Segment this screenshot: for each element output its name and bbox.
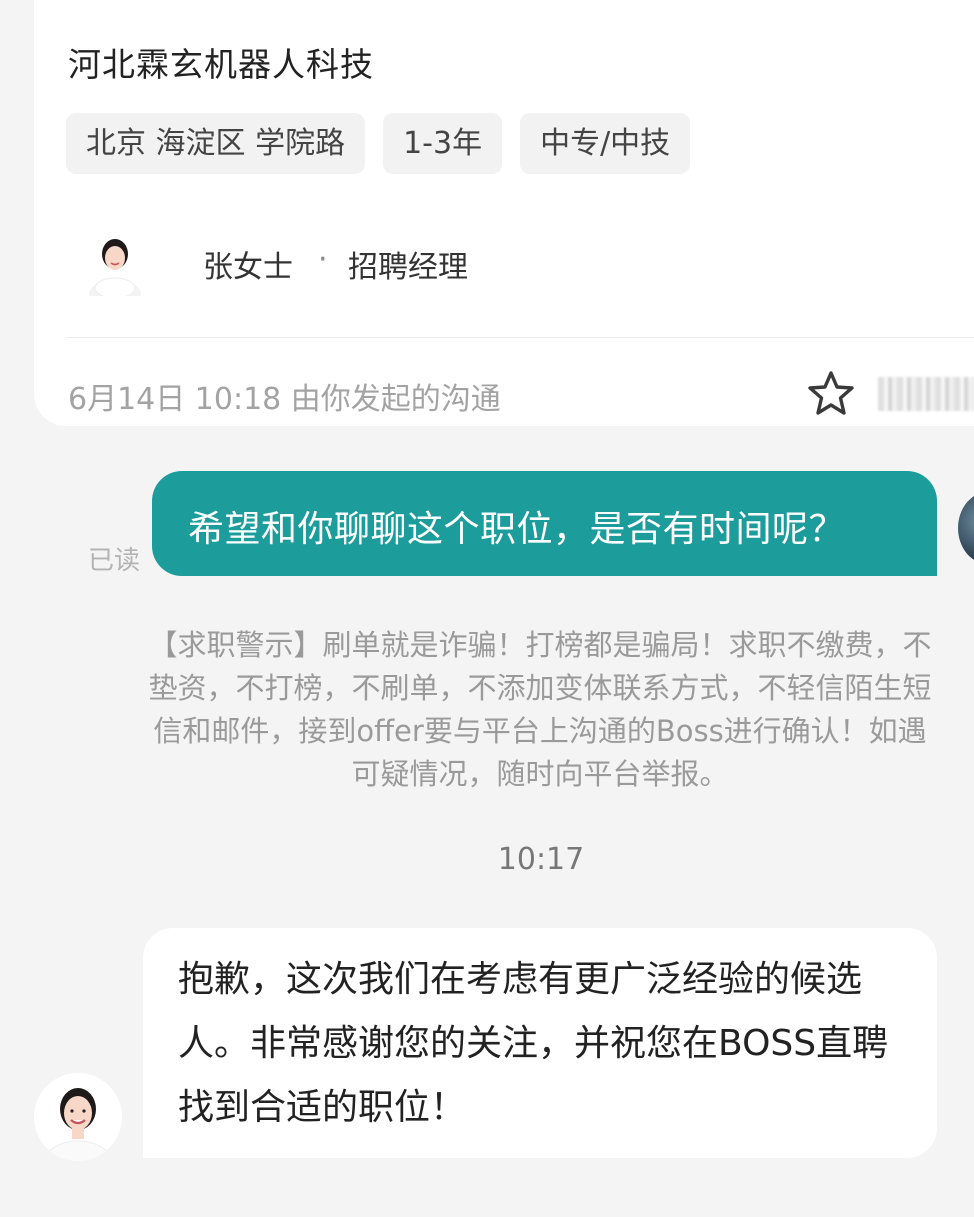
job-tags: 北京 海淀区 学院路 1-3年 中专/中技 <box>66 113 691 174</box>
safety-warning: 【求职警示】刷单就是诈骗！打榜都是骗局！求职不缴费，不垫资，不打榜，不刷单，不添… <box>148 628 932 791</box>
divider <box>66 337 974 338</box>
read-status: 已读 <box>88 546 141 576</box>
recruiter-title: 招聘经理 <box>348 250 468 285</box>
outgoing-message-text: 希望和你聊聊这个职位，是否有时间呢？ <box>188 509 846 550</box>
recruiter-name: 张女士 <box>203 250 293 285</box>
recruiter-chat-avatar[interactable] <box>34 1073 122 1161</box>
self-avatar[interactable] <box>958 492 974 564</box>
blurred-label <box>878 377 974 411</box>
chat-page: 河北霖玄机器人科技 北京 海淀区 学院路 1-3年 中专/中技 张女士 · 招聘… <box>0 0 974 1217</box>
recruiter-portrait-icon <box>34 1073 122 1161</box>
tag-education: 中专/中技 <box>520 113 691 174</box>
company-name[interactable]: 河北霖玄机器人科技 <box>68 38 374 86</box>
recruiter-separator: · <box>318 242 328 277</box>
chat-start-info: 6月14日 10:18 由你发起的沟通 <box>68 382 501 417</box>
star-outline-icon[interactable] <box>806 370 856 418</box>
incoming-message-text: 抱歉，这次我们在考虑有更广泛经验的候选人。非常感谢您的关注，并祝您在BOSS直聘… <box>178 959 889 1128</box>
tag-experience: 1-3年 <box>383 113 503 174</box>
message-timestamp: 10:17 <box>497 842 585 877</box>
recruiter-avatar[interactable] <box>86 232 144 296</box>
tag-location: 北京 海淀区 学院路 <box>66 113 366 174</box>
